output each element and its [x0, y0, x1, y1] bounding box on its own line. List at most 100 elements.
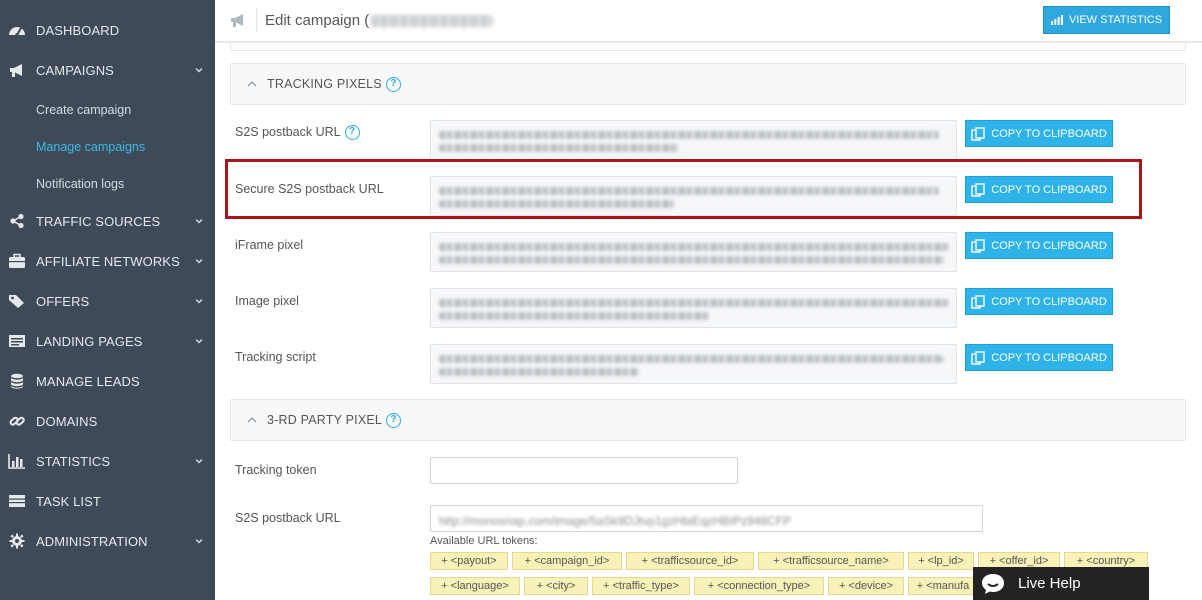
page-icon — [8, 332, 26, 350]
token-lp-id[interactable]: + <lp_id> — [908, 552, 974, 570]
token-trafficsource-id[interactable]: + <trafficsource_id> — [626, 552, 754, 570]
sidebar-item-label: CAMPAIGNS — [36, 62, 114, 78]
help-icon[interactable]: ? — [344, 125, 360, 141]
copy-icon — [971, 126, 985, 141]
chevron-down-icon — [195, 298, 203, 304]
tracking-script-value[interactable] — [430, 344, 957, 384]
sidebar-item-label: TASK LIST — [36, 493, 101, 509]
copy-label: COPY TO CLIPBOARD — [991, 127, 1107, 140]
token-city[interactable]: + <city> — [524, 577, 588, 595]
copy-to-clipboard-button[interactable]: COPY TO CLIPBOARD — [965, 288, 1113, 315]
sidebar-item-label: ADMINISTRATION — [36, 533, 148, 549]
sidebar-item-administration[interactable]: ADMINISTRATION — [0, 521, 215, 561]
chevron-down-icon — [195, 67, 203, 73]
s2s-postback-label: S2S postback URL? — [235, 125, 360, 141]
sidebar-item-label: LANDING PAGES — [36, 333, 143, 349]
sidebar-item-manage-leads[interactable]: MANAGE LEADS — [0, 361, 215, 401]
copy-to-clipboard-button[interactable]: COPY TO CLIPBOARD — [965, 344, 1113, 371]
token-language[interactable]: + <language> — [430, 577, 520, 595]
sidebar-subitem-notification-logs[interactable]: Notification logs — [36, 177, 124, 191]
token-payout[interactable]: + <payout> — [430, 552, 508, 570]
megaphone-icon — [231, 14, 243, 27]
chevron-down-icon — [195, 538, 203, 544]
bar-chart-icon — [8, 452, 26, 470]
token-device[interactable]: + <device> — [828, 577, 904, 595]
redacted-text — [439, 312, 709, 320]
redacted-text — [439, 368, 639, 376]
header-divider — [256, 8, 257, 32]
token-traffic-type[interactable]: + <traffic_type> — [592, 577, 690, 595]
image-pixel-value[interactable] — [430, 288, 957, 328]
sidebar-item-traffic-sources[interactable]: TRAFFIC SOURCES — [0, 201, 215, 241]
sidebar-item-label: TRAFFIC SOURCES — [36, 213, 161, 229]
redacted-text — [439, 256, 944, 264]
redacted-text — [439, 243, 949, 251]
page-title: Edit campaign ( — [265, 12, 494, 29]
sidebar-item-label: MANAGE LEADS — [36, 373, 140, 389]
sidebar-subitem-manage-campaigns[interactable]: Manage campaigns — [36, 140, 145, 154]
bar-chart-icon — [1050, 15, 1063, 25]
sidebar-item-statistics[interactable]: STATISTICS — [0, 441, 215, 481]
briefcase-icon — [8, 252, 26, 270]
third-party-title: 3-RD PARTY PIXEL — [267, 413, 383, 427]
copy-icon — [971, 238, 985, 253]
live-help-button[interactable]: Live Help — [973, 567, 1149, 600]
tracking-pixels-header[interactable]: TRACKING PIXELS? — [230, 63, 1186, 105]
token-connection-type[interactable]: + <connection_type> — [694, 577, 824, 595]
s2s-postback-value[interactable] — [430, 120, 957, 160]
help-icon[interactable]: ? — [386, 413, 402, 429]
help-icon[interactable]: ? — [385, 77, 401, 93]
database-icon — [8, 372, 26, 390]
sidebar-item-campaigns[interactable]: CAMPAIGNS — [0, 50, 215, 90]
chevron-down-icon — [195, 258, 203, 264]
copy-to-clipboard-button[interactable]: COPY TO CLIPBOARD — [965, 232, 1113, 259]
list-icon — [8, 492, 26, 510]
token-manufacturer[interactable]: + <manufa — [908, 577, 978, 595]
gear-icon — [8, 532, 26, 550]
tracking-pixels-title: TRACKING PIXELS — [267, 77, 382, 91]
sidebar-item-offers[interactable]: OFFERS — [0, 281, 215, 321]
link-icon — [8, 412, 26, 430]
token-trafficsource-name[interactable]: + <trafficsource_name> — [758, 552, 904, 570]
sidebar-item-affiliate-networks[interactable]: AFFILIATE NETWORKS — [0, 241, 215, 281]
tracking-token-label: Tracking token — [235, 463, 317, 477]
copy-to-clipboard-button[interactable]: COPY TO CLIPBOARD — [965, 120, 1113, 147]
sidebar-item-dashboard[interactable]: DASHBOARD — [0, 10, 215, 50]
token-campaign-id[interactable]: + <campaign_id> — [512, 552, 622, 570]
third-party-s2s-input[interactable]: http://monosnap.com/image/5aSk9DJtvp1gzH… — [430, 505, 983, 532]
third-party-pixel-header[interactable]: 3-RD PARTY PIXEL? — [230, 399, 1186, 441]
sidebar: DASHBOARD CAMPAIGNS Create campaign Mana… — [0, 0, 215, 600]
highlight-box — [225, 159, 1142, 219]
s2s-url-text: http://monosnap.com/image/5aSk9DJtvp1gzH… — [439, 514, 792, 528]
share-icon — [8, 212, 26, 230]
iframe-pixel-value[interactable] — [430, 232, 957, 272]
redacted-campaign-name — [371, 15, 494, 28]
redacted-text — [439, 144, 679, 152]
sidebar-item-landing-pages[interactable]: LANDING PAGES — [0, 321, 215, 361]
redacted-text — [439, 299, 949, 307]
chevron-up-icon — [247, 81, 257, 87]
available-tokens-label: Available URL tokens: — [430, 535, 538, 547]
redacted-text — [439, 355, 944, 363]
page-header: Edit campaign ( VIEW STATISTICS — [215, 0, 1202, 42]
chevron-down-icon — [195, 458, 203, 464]
section-title: TRACKING PIXELS? — [267, 77, 401, 93]
tracking-token-input[interactable] — [430, 457, 738, 484]
chevron-down-icon — [195, 218, 203, 224]
view-statistics-label: VIEW STATISTICS — [1068, 14, 1163, 26]
sidebar-item-domains[interactable]: DOMAINS — [0, 401, 215, 441]
live-help-label: Live Help — [1018, 575, 1081, 592]
chat-bubble-icon — [982, 574, 1004, 594]
view-statistics-button[interactable]: VIEW STATISTICS — [1043, 6, 1170, 34]
tracking-script-label: Tracking script — [235, 350, 316, 364]
previous-section-bottom — [230, 43, 1186, 51]
tags-icon — [8, 292, 26, 310]
iframe-pixel-label: iFrame pixel — [235, 238, 304, 252]
copy-label: COPY TO CLIPBOARD — [991, 239, 1107, 252]
sidebar-item-task-list[interactable]: TASK LIST — [0, 481, 215, 521]
sidebar-item-label: DASHBOARD — [36, 22, 120, 38]
chevron-down-icon — [195, 338, 203, 344]
sidebar-subitem-create-campaign[interactable]: Create campaign — [36, 103, 131, 117]
image-pixel-label: Image pixel — [235, 294, 299, 308]
copy-icon — [971, 350, 985, 365]
